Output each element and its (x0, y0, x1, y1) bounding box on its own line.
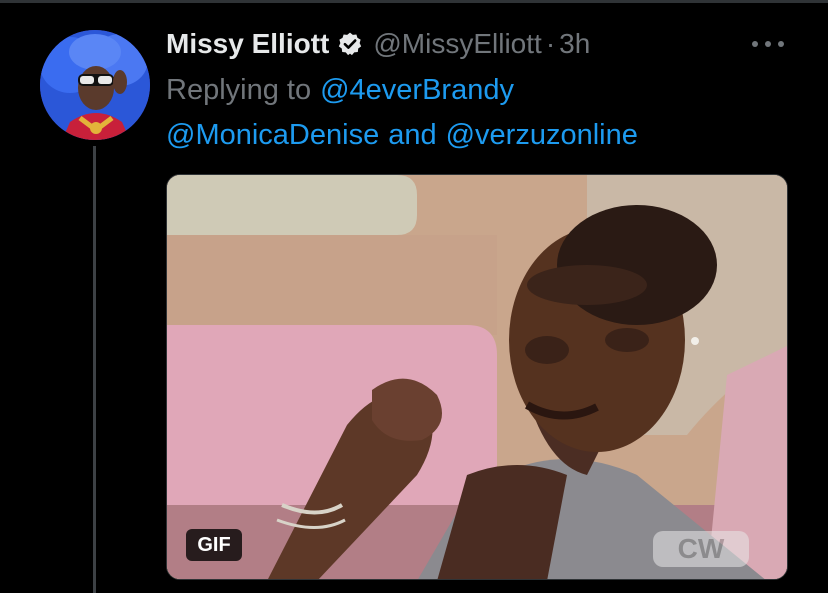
mention-link[interactable]: @MonicaDenise (166, 119, 379, 152)
mention-link[interactable]: @4everBrandy (320, 74, 514, 107)
cw-logo: CW (653, 531, 749, 567)
timestamp[interactable]: 3h (559, 28, 590, 60)
gif-frame: CW (167, 175, 787, 579)
gif-media[interactable]: CW (166, 174, 788, 580)
avatar-image (40, 30, 150, 140)
mention-link[interactable]: @verzuzonline (446, 119, 638, 152)
verified-badge-icon (339, 32, 362, 56)
tweet-header: Missy Elliott @MissyElliott · 3h (166, 24, 590, 64)
svg-text:CW: CW (678, 533, 725, 564)
gif-badge: GIF (186, 529, 242, 561)
mention-joiner: and (388, 118, 437, 151)
thread-line (93, 146, 96, 593)
reply-prefix: Replying to (166, 73, 312, 106)
more-options-icon[interactable] (752, 33, 784, 55)
display-name[interactable]: Missy Elliott (166, 28, 329, 60)
separator-dot: · (545, 28, 556, 59)
replying-to: Replying to @4everBrandy (166, 70, 514, 110)
top-divider (0, 0, 828, 3)
mention-list: @MonicaDenise and @verzuzonline (166, 115, 638, 155)
avatar[interactable] (40, 30, 150, 140)
handle[interactable]: @MissyElliott (373, 28, 541, 60)
